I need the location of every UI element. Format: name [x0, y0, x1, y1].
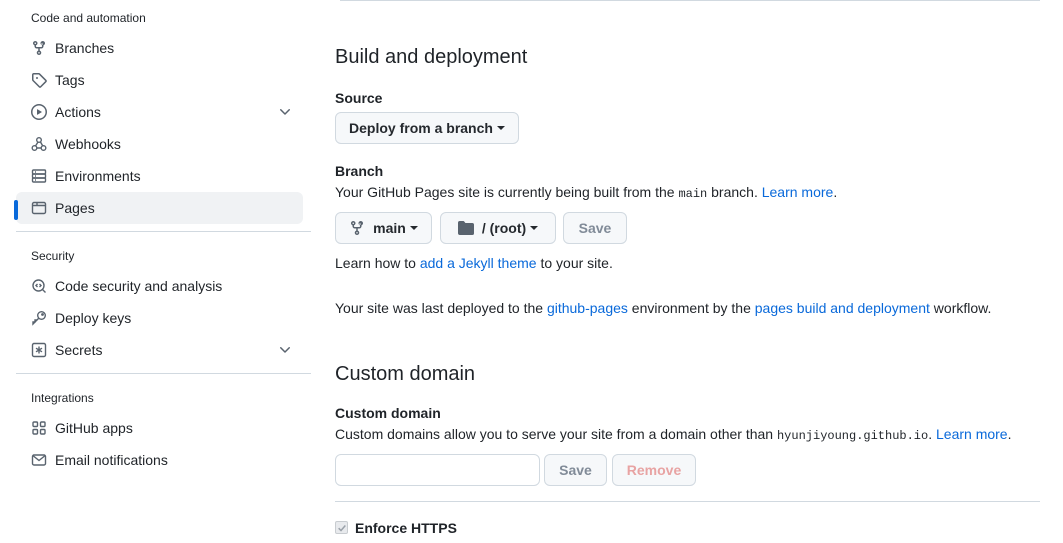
sidebar-item-label: Webhooks — [55, 136, 121, 152]
branch-label: Branch — [335, 163, 384, 179]
custom-domain-input[interactable] — [335, 454, 540, 486]
caret-down-icon — [530, 226, 539, 230]
custom-domain-desc-text: . — [1007, 426, 1012, 442]
section-heading-integrations: Integrations — [31, 391, 94, 405]
custom-domain-save-button[interactable]: Save — [544, 454, 607, 486]
jekyll-theme-text: Learn how to add a Jekyll theme to your … — [335, 255, 613, 271]
play-icon — [31, 104, 47, 120]
custom-domain-title: Custom domain — [335, 363, 476, 385]
sidebar-item-pages[interactable]: Pages — [16, 192, 303, 224]
branch-desc-text: . — [833, 184, 838, 200]
webhook-icon — [31, 136, 47, 152]
custom-domain-desc-text: Custom domains allow you to serve your s… — [335, 426, 777, 442]
section-heading-code-automation: Code and automation — [31, 11, 146, 25]
custom-domain-description: Custom domains allow you to serve your s… — [335, 426, 1011, 443]
source-dropdown-label: Deploy from a branch — [349, 120, 493, 136]
jekyll-theme-link[interactable]: add a Jekyll theme — [420, 255, 537, 271]
branch-desc-text: Your GitHub Pages site is currently bein… — [335, 184, 679, 200]
sidebar-item-tags[interactable]: Tags — [16, 64, 303, 96]
server-icon — [31, 168, 47, 184]
sidebar-item-deploy-keys[interactable]: Deploy keys — [16, 302, 303, 334]
asterisk-icon — [31, 342, 47, 358]
top-divider — [340, 0, 1040, 1]
browser-icon — [31, 200, 47, 216]
pages-settings-main: Build and deployment Source Deploy from … — [335, 0, 1040, 543]
sidebar-item-environments[interactable]: Environments — [16, 160, 303, 192]
deployed-text: environment by the — [627, 300, 755, 316]
jekyll-text: Learn how to — [335, 255, 420, 271]
sidebar-item-webhooks[interactable]: Webhooks — [16, 128, 303, 160]
section-divider — [16, 231, 311, 232]
branch-select-button[interactable]: main — [335, 212, 432, 244]
active-indicator — [14, 200, 18, 220]
caret-down-icon — [409, 226, 418, 230]
source-dropdown-button[interactable]: Deploy from a branch — [335, 112, 519, 144]
branch-select-label: main — [373, 220, 406, 236]
sidebar-item-label: Secrets — [55, 342, 103, 358]
sidebar-item-actions[interactable]: Actions — [16, 96, 303, 128]
github-pages-env-link[interactable]: github-pages — [547, 300, 628, 316]
jekyll-text: to your site. — [536, 255, 613, 271]
branch-description: Your GitHub Pages site is currently bein… — [335, 184, 837, 201]
key-icon — [31, 310, 47, 326]
caret-down-icon — [496, 126, 505, 130]
mail-icon — [31, 452, 47, 468]
workflow-link[interactable]: pages build and deployment — [755, 300, 930, 316]
enforce-https-checkbox[interactable] — [335, 521, 348, 534]
folder-select-button[interactable]: / (root) — [440, 212, 556, 244]
settings-sidebar: Code and automation Branches Tags Action… — [0, 0, 320, 543]
enforce-https-label: Enforce HTTPS — [355, 520, 457, 536]
source-label: Source — [335, 90, 383, 106]
section-divider — [335, 501, 1040, 502]
sidebar-item-label: Code security and analysis — [55, 278, 223, 294]
last-deployed-text: Your site was last deployed to the githu… — [335, 300, 991, 316]
sidebar-item-label: Branches — [55, 40, 115, 56]
custom-domain-label: Custom domain — [335, 405, 441, 421]
chevron-down-icon[interactable] — [277, 342, 293, 358]
sidebar-item-label: Tags — [55, 72, 85, 88]
sidebar-item-code-security[interactable]: Code security and analysis — [16, 270, 303, 302]
branch-desc-text: branch. — [707, 184, 762, 200]
sidebar-item-github-apps[interactable]: GitHub apps — [16, 412, 303, 444]
sidebar-item-label: Environments — [55, 168, 141, 184]
custom-domain-learn-more-link[interactable]: Learn more — [936, 426, 1008, 442]
sidebar-item-label: Pages — [55, 200, 95, 216]
section-divider — [16, 373, 311, 374]
apps-icon — [31, 420, 47, 436]
folder-select-label: / (root) — [481, 220, 527, 236]
sidebar-item-label: Email notifications — [55, 452, 168, 468]
default-domain-code: hyunjiyoung.github.io — [776, 429, 929, 443]
branch-icon — [31, 40, 47, 56]
check-icon — [337, 524, 346, 532]
sidebar-item-branches[interactable]: Branches — [16, 32, 303, 64]
custom-domain-desc-text: . — [928, 426, 936, 442]
section-heading-security: Security — [31, 249, 75, 263]
branch-icon — [349, 220, 365, 236]
sidebar-item-label: Deploy keys — [55, 310, 132, 326]
sidebar-item-email-notifications[interactable]: Email notifications — [16, 444, 303, 476]
sidebar-item-secrets[interactable]: Secrets — [16, 334, 303, 366]
branch-save-button[interactable]: Save — [563, 212, 627, 244]
chevron-down-icon[interactable] — [277, 104, 293, 120]
branch-learn-more-link[interactable]: Learn more — [762, 184, 834, 200]
deployed-text: Your site was last deployed to the — [335, 300, 547, 316]
folder-icon — [457, 220, 474, 236]
sidebar-item-label: Actions — [55, 104, 101, 120]
tag-icon — [31, 72, 47, 88]
branch-name-code: main — [678, 187, 708, 201]
codescan-icon — [31, 278, 47, 294]
custom-domain-remove-button[interactable]: Remove — [612, 454, 696, 486]
build-deployment-title: Build and deployment — [335, 46, 528, 68]
deployed-text: workflow. — [929, 300, 992, 316]
sidebar-item-label: GitHub apps — [55, 420, 133, 436]
